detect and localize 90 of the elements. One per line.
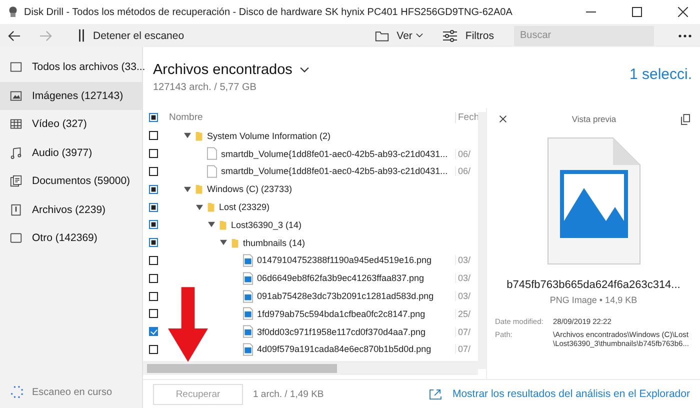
expand-arrow-icon[interactable] [208,221,215,228]
window-title: Disk Drill - Todos los métodos de recuperación - Disco de hardware SK hynix PC401 HFS256GD9TNG-62A0A [24,6,512,18]
row-checkbox[interactable] [149,292,158,301]
close-icon[interactable] [678,7,688,17]
preview-file-name: b745fb763b665da624f6a263c314... [506,279,680,291]
file-name: 1fd979ab75c594bda1cfbea0fc2c8147.png [257,308,426,319]
file-name: Lost36390_3 (14) [231,220,302,230]
file-name: Lost (23329) [219,202,270,212]
image-file-icon [243,290,253,303]
file-name: System Volume Information (2) [207,130,331,141]
image-file-icon [243,254,253,267]
pause-icon [78,29,85,42]
chevron-down-icon [416,33,424,38]
folder-icon [195,130,203,142]
expand-arrow-icon[interactable] [196,204,203,211]
row-checkbox[interactable] [149,166,158,176]
sidebar-item[interactable]: Todos los archivos (33... [0,53,142,82]
back-arrow-icon[interactable] [8,30,21,42]
expand-arrow-icon[interactable] [220,239,227,246]
folder-icon [207,201,215,214]
category-video-icon [10,118,22,130]
folder-icon [374,30,389,42]
spinner-icon [10,385,24,399]
chevron-down-icon[interactable] [300,67,310,73]
category-images-icon [10,90,22,102]
row-checkbox[interactable] [149,149,158,158]
select-all-checkbox[interactable] [149,113,158,122]
image-file-icon [546,137,640,265]
file-name: 06d6649eb8f62fa3b9ec41263ffaa837.png [257,273,424,284]
file-name: smartdb_Volume{1dd8fe01-aec0-42b5-ab93-c21d0431... [221,148,448,159]
file-name: 01479104752388f1190a945ed4519e16.png [257,255,432,266]
close-icon[interactable] [499,115,507,123]
category-other-icon [10,232,22,244]
sidebar-item[interactable]: Audio (3977) [0,138,142,167]
results-title[interactable]: Archivos encontrados [153,62,292,78]
sidebar-item[interactable]: Imágenes (127143) [0,82,142,110]
category-all-icon [10,61,22,74]
file-name: 4d09f579a191cada84e6ec870b1b5d0d.png [257,344,432,354]
results-summary: 127143 arch. / 5,77 GB [153,82,258,93]
row-checkbox[interactable] [149,220,158,230]
folder-icon [231,236,239,249]
preview-file-info: PNG Image • 14,9 KB [550,295,638,305]
row-checkbox[interactable] [149,131,158,140]
preview-title: Vista previa [570,114,618,124]
file-name: 091ab75428e3dc73b2091c1281ad583d.png [257,291,434,302]
row-checkbox[interactable] [149,256,158,265]
row-checkbox[interactable] [149,202,158,212]
image-file-icon [243,272,253,285]
explorer-link[interactable]: Mostrar los resultados del análisis en el Explorador [452,388,690,400]
category-audio-icon [10,146,22,159]
more-icon[interactable] [678,34,692,38]
column-header[interactable]: Nombre [158,112,455,123]
image-file-icon [243,307,253,320]
expand-arrow-icon[interactable] [184,186,191,193]
selection-count: 1 selecci. [629,66,692,83]
row-checkbox[interactable] [149,274,158,283]
scan-status: Escaneo en curso [32,386,112,398]
row-checkbox[interactable] [149,344,158,354]
stop-scan-button[interactable]: Detener el escaneo [70,27,192,44]
sidebar-item[interactable]: Otro (142369) [0,224,142,252]
folder-icon [219,218,227,231]
external-link-icon[interactable] [429,388,442,400]
sidebar-item[interactable]: Vídeo (327) [0,110,142,138]
file-name: 3f0dd03c971f1958e117cd0f370d4aa7.png [257,326,426,337]
file-name: Windows (C) (23733) [207,184,292,194]
row-checkbox[interactable] [149,184,158,194]
sidebar-item[interactable]: Documentos (59000) [0,167,142,196]
row-checkbox[interactable] [149,238,158,248]
maximize-icon[interactable] [632,7,642,17]
search-field[interactable]: Buscar [514,26,654,46]
horizontal-scrollbar[interactable] [143,361,478,375]
expand-arrow-icon[interactable] [184,132,191,140]
sliders-icon [443,30,458,42]
image-file-icon [243,325,253,338]
selection-size: 1 arch. / 1,49 KB [253,388,324,400]
folder-icon [195,183,203,196]
file-icon [207,164,217,178]
filters-button[interactable]: Filtros [435,28,502,44]
category-archives-icon [10,204,22,216]
file-name: smartdb_Volume{1dd8fe01-aec0-42b5-ab93-c21d0431... [221,166,448,176]
view-button[interactable]: Ver [366,28,432,44]
sidebar-item[interactable]: Archivos (2239) [0,196,142,224]
image-file-icon [243,342,253,356]
file-icon [207,147,217,160]
row-checkbox[interactable] [149,327,158,336]
row-checkbox[interactable] [149,309,158,318]
file-name: thumbnails (14) [243,238,306,248]
copy-icon[interactable] [681,114,690,124]
app-icon [8,6,18,18]
category-documents-icon [10,175,22,188]
